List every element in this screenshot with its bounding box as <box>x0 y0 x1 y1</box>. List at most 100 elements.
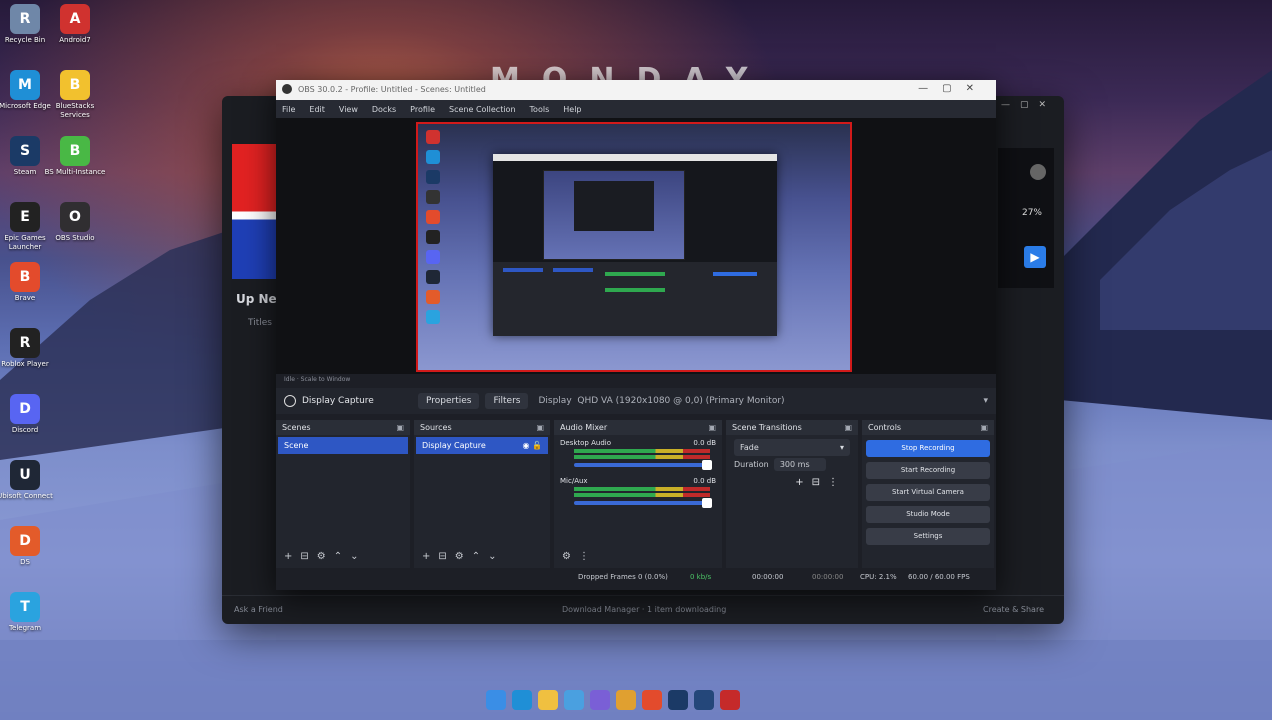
eye-icon[interactable]: ◉ 🔓 <box>523 437 542 454</box>
play-icon[interactable]: ▶ <box>1024 246 1046 268</box>
sources-dock: Sources ▣ Display Capture ◉ 🔓 +⊟⚙⌃⌄ <box>414 420 550 568</box>
desktop-icon[interactable]: T Telegram <box>0 592 60 633</box>
bluestacks-multi-icon: B <box>60 136 90 166</box>
scene-item[interactable]: Scene <box>278 437 408 454</box>
ask-friend-link[interactable]: Ask a Friend <box>234 605 283 614</box>
windows-icon[interactable] <box>486 690 506 710</box>
menu-docks[interactable]: Docks <box>372 105 396 114</box>
scene-controls[interactable]: +⊟⚙⌃⌄ <box>276 551 418 562</box>
studio-mode-button[interactable]: Studio Mode <box>866 506 990 523</box>
audio-mixer-dock: Audio Mixer ▣ Desktop Audio 0.0 dB Mic/Aux… <box>554 420 722 568</box>
desktop-icon[interactable]: B BS Multi-Instance <box>40 136 110 177</box>
scenes-title: Scenes <box>282 423 311 432</box>
dock-icon[interactable]: ▣ <box>980 420 988 435</box>
obs-window[interactable]: OBS 30.0.2 - Profile: Untitled - Scenes:… <box>276 80 996 590</box>
volume-slider[interactable] <box>574 498 712 508</box>
edge-icon: M <box>10 70 40 100</box>
desktop-icon-label: Telegram <box>8 624 42 632</box>
menu-profile[interactable]: Profile <box>410 105 435 114</box>
up-next-subtitle: Titles <box>248 318 272 328</box>
taskbar <box>486 690 740 716</box>
bottom-bar: Ask a Friend Download Manager · 1 item d… <box>222 595 1064 624</box>
desktop-icon-label: DS <box>20 558 30 566</box>
download-status[interactable]: Download Manager · 1 item downloading <box>562 605 726 614</box>
desktop-icon[interactable]: R Roblox Player <box>0 328 60 369</box>
display-select[interactable]: Display QHD VA (1920x1080 @ 0,0) (Primar… <box>538 396 988 406</box>
window-controls[interactable]: —▢✕ <box>918 83 988 94</box>
captured-desktop-icons <box>422 124 444 330</box>
transitions-dock: Scene Transitions ▣ Fade ▾ Duration 300 ms… <box>726 420 858 568</box>
avatar[interactable] <box>1030 164 1046 180</box>
explorer-icon[interactable] <box>538 690 558 710</box>
edge-icon[interactable] <box>512 690 532 710</box>
menu-file[interactable]: File <box>282 105 295 114</box>
bluestacks-icon: B <box>60 70 90 100</box>
transition-select[interactable]: Fade ▾ <box>734 439 850 456</box>
menu-help[interactable]: Help <box>563 105 581 114</box>
telegram-icon: T <box>10 592 40 622</box>
desktop-icon-label: Ubisoft Connect <box>0 492 53 500</box>
display-value: QHD VA (1920x1080 @ 0,0) (Primary Monito… <box>577 396 785 406</box>
title-bar[interactable]: OBS 30.0.2 - Profile: Untitled - Scenes:… <box>276 80 996 100</box>
steam-icon[interactable] <box>694 690 714 710</box>
desktop-icon-label: Brave <box>14 294 36 302</box>
bitrate: 0 kb/s <box>690 573 712 581</box>
nested-obs-capture <box>493 154 777 336</box>
store-icon[interactable] <box>564 690 584 710</box>
volume-meter <box>574 493 710 497</box>
desktop-icon[interactable]: O OBS Studio <box>40 202 110 243</box>
brave-icon[interactable] <box>642 690 662 710</box>
desktop-icon[interactable]: A Android7 <box>40 4 110 45</box>
desktop-icon-label: BlueStacks Services <box>55 102 95 119</box>
dock-icon[interactable]: ▣ <box>708 420 716 435</box>
desktop-icon[interactable]: U Ubisoft Connect <box>0 460 60 501</box>
duration-input[interactable]: 300 ms <box>773 458 826 471</box>
desktop-icon[interactable]: D Discord <box>0 394 60 435</box>
menu-tools[interactable]: Tools <box>530 105 550 114</box>
source-item[interactable]: Display Capture ◉ 🔓 <box>416 437 548 454</box>
menu-scene-collection[interactable]: Scene Collection <box>449 105 516 114</box>
desktop-icon[interactable]: D DS <box>0 526 60 567</box>
volume-slider[interactable] <box>574 460 712 470</box>
source-item-label: Display Capture <box>422 441 486 450</box>
channel-desktop-audio: Desktop Audio 0.0 dB <box>554 439 722 447</box>
properties-button[interactable]: Properties <box>418 393 480 409</box>
dock-icon[interactable]: ▣ <box>536 420 544 435</box>
volume-meter <box>574 449 710 453</box>
app-icon[interactable] <box>590 690 610 710</box>
preview-area[interactable] <box>276 118 996 374</box>
settings-button[interactable]: Settings <box>866 528 990 545</box>
start-recording-button[interactable]: Start Recording <box>866 462 990 479</box>
create-share-link[interactable]: Create & Share <box>983 605 1044 614</box>
controls-dock: Controls ▣ Stop Recording Start Recording… <box>862 420 994 568</box>
desktop-icon[interactable]: B BlueStacks Services <box>40 70 110 120</box>
desktop-icon-label: Roblox Player <box>1 360 49 368</box>
steam-icon[interactable] <box>668 690 688 710</box>
duration-row: Duration 300 ms <box>726 458 858 471</box>
transition-type: Fade <box>740 443 759 452</box>
mixer-controls[interactable]: ⚙⋮ <box>554 551 730 562</box>
preview-canvas[interactable] <box>416 122 852 372</box>
menu-edit[interactable]: Edit <box>309 105 325 114</box>
discord-icon: D <box>10 394 40 424</box>
dock-icon[interactable]: ▣ <box>396 420 404 435</box>
stop-recording-button[interactable]: Stop Recording <box>866 440 990 457</box>
steam-icon: S <box>10 136 40 166</box>
obs-icon[interactable] <box>720 690 740 710</box>
source-toolbar: Display Capture Properties Filters Displ… <box>276 388 996 414</box>
chrome-icon[interactable] <box>616 690 636 710</box>
filters-button[interactable]: Filters <box>485 393 529 409</box>
sources-title: Sources <box>420 423 452 432</box>
source-controls[interactable]: +⊟⚙⌃⌄ <box>414 551 558 562</box>
transition-controls[interactable]: +⊟⋮ <box>726 477 846 488</box>
start-virtual-camera-button[interactable]: Start Virtual Camera <box>866 484 990 501</box>
mixer-title: Audio Mixer <box>560 423 608 432</box>
desktop-icon[interactable]: B Brave <box>0 262 60 303</box>
dock-icon[interactable]: ▣ <box>844 420 852 435</box>
rec-time: 00:00:00 <box>752 573 784 581</box>
window-controls[interactable]: —▢✕ <box>1001 100 1056 110</box>
menu-view[interactable]: View <box>339 105 358 114</box>
thumbnail-image[interactable] <box>232 144 280 279</box>
channel-name: Mic/Aux <box>560 477 588 485</box>
volume-meter <box>574 455 710 459</box>
